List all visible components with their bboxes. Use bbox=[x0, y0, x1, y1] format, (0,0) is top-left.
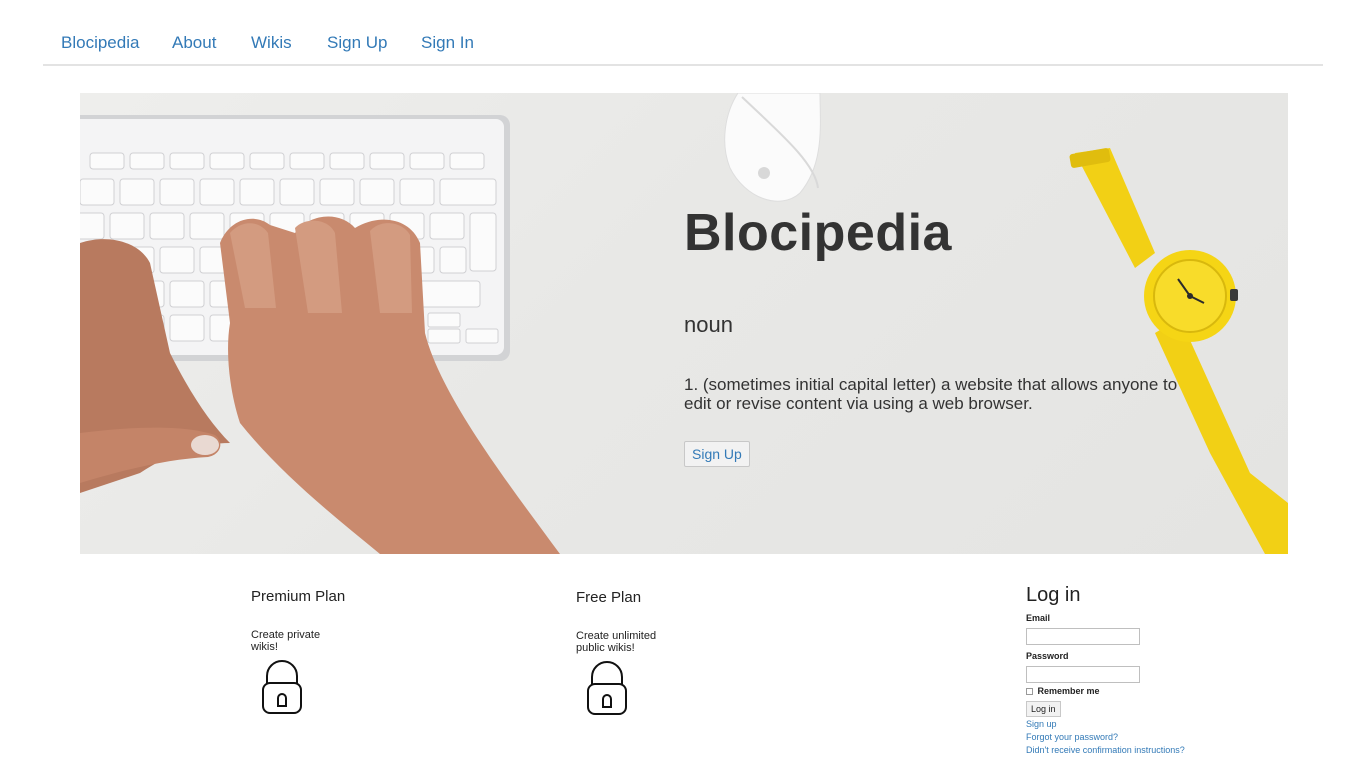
free-plan-card: Free Plan Create unlimited public wikis! bbox=[576, 589, 666, 715]
hero-word-class: noun bbox=[684, 312, 733, 337]
hero-banner: Blocipedia noun 1. (sometimes initial ca… bbox=[80, 93, 1288, 554]
premium-plan-description: Create private wikis! bbox=[251, 629, 321, 653]
remember-me-row: Remember me bbox=[1026, 685, 1226, 697]
remember-me-label: Remember me bbox=[1037, 686, 1100, 696]
password-label: Password bbox=[1026, 651, 1069, 661]
nav-about-link[interactable]: About bbox=[172, 33, 216, 53]
lock-icon bbox=[587, 661, 627, 715]
hero-definition: 1. (sometimes initial capital letter) a … bbox=[684, 375, 1178, 413]
nav-signup-link[interactable]: Sign Up bbox=[327, 33, 387, 53]
login-form: Log in Email Password Remember me Log in… bbox=[1026, 583, 1226, 757]
password-field[interactable] bbox=[1026, 666, 1140, 683]
email-label: Email bbox=[1026, 613, 1051, 623]
free-plan-title: Free Plan bbox=[576, 589, 642, 606]
login-submit-button[interactable]: Log in bbox=[1026, 701, 1061, 718]
nav-brand-link[interactable]: Blocipedia bbox=[61, 33, 139, 53]
nav-wikis-link[interactable]: Wikis bbox=[251, 33, 292, 53]
premium-plan-card: Premium Plan Create private wikis! bbox=[251, 588, 346, 714]
nav-signin-link[interactable]: Sign In bbox=[421, 33, 474, 53]
hero-title: Blocipedia bbox=[684, 204, 952, 262]
forgot-password-link[interactable]: Forgot your password? bbox=[1026, 731, 1226, 744]
login-title: Log in bbox=[1026, 584, 1081, 606]
remember-me-checkbox[interactable] bbox=[1026, 687, 1033, 695]
top-navbar: Blocipedia About Wikis Sign Up Sign In bbox=[43, 0, 1323, 66]
free-plan-description: Create unlimited public wikis! bbox=[576, 630, 657, 654]
email-field[interactable] bbox=[1026, 628, 1140, 645]
hero-signup-button[interactable]: Sign Up bbox=[684, 441, 750, 467]
watch-image bbox=[1069, 148, 1288, 554]
mouse-image bbox=[724, 93, 821, 202]
lock-icon bbox=[262, 660, 302, 714]
premium-plan-title: Premium Plan bbox=[251, 588, 346, 605]
resend-confirmation-link[interactable]: Didn't receive confirmation instructions… bbox=[1026, 744, 1226, 757]
signup-link[interactable]: Sign up bbox=[1026, 718, 1226, 731]
